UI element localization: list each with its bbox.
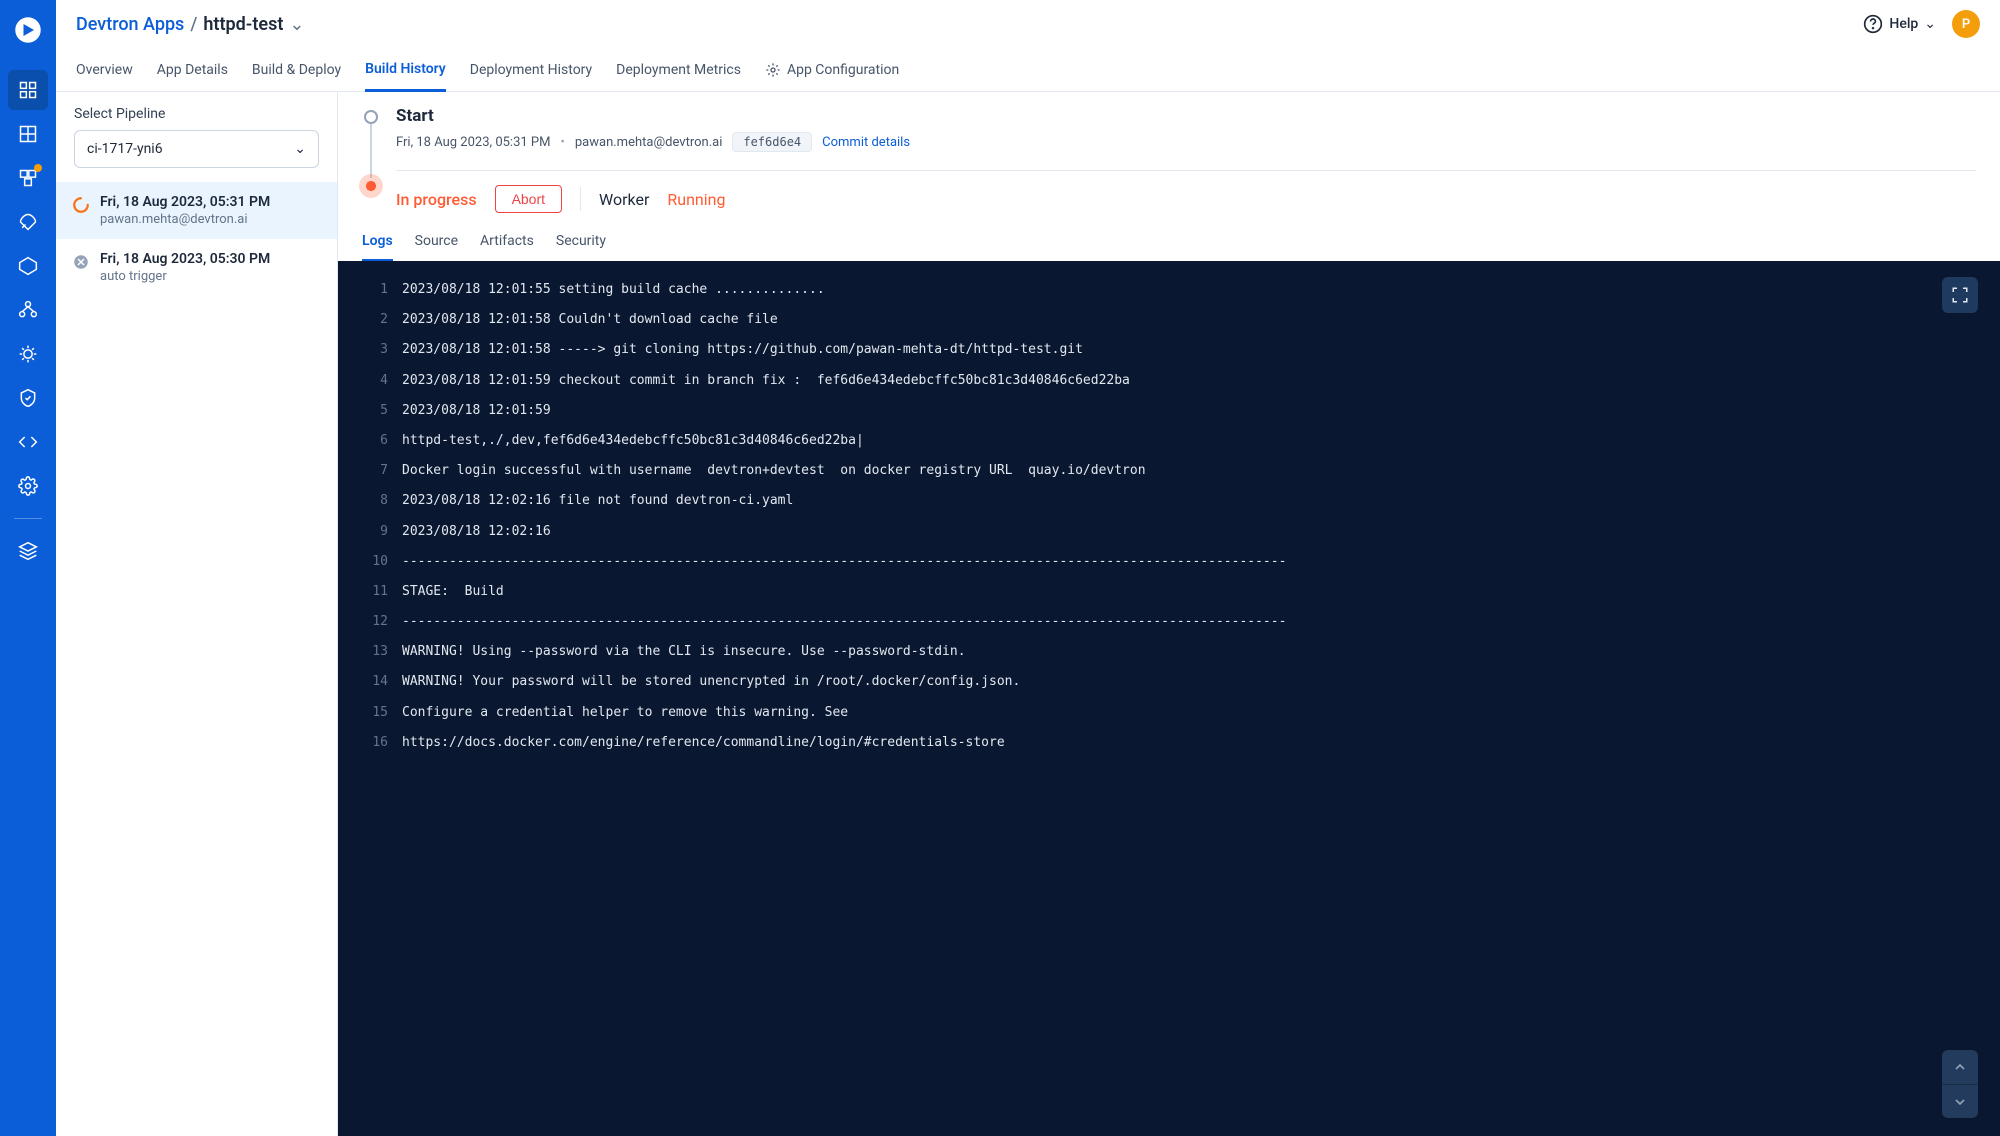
- nav-cluster-icon[interactable]: [8, 290, 48, 330]
- subtab-source[interactable]: Source: [415, 233, 458, 261]
- help-button[interactable]: Help ⌄: [1863, 14, 1936, 34]
- tab-app-details[interactable]: App Details: [157, 48, 228, 92]
- scroll-up-button[interactable]: [1942, 1050, 1978, 1084]
- stage-title: Start: [396, 106, 1976, 126]
- tab-build-deploy[interactable]: Build & Deploy: [252, 48, 341, 92]
- log-line: 42023/08/18 12:01:59 checkout commit in …: [338, 366, 2000, 396]
- nav-rocket-icon[interactable]: [8, 202, 48, 242]
- nav-security-icon[interactable]: [8, 378, 48, 418]
- log-line: 6httpd-test,./,dev,fef6d6e434edebcffc50b…: [338, 426, 2000, 456]
- build-detail-panel: Start Fri, 18 Aug 2023, 05:31 PM • pawan…: [338, 92, 2000, 1136]
- log-line: 7Docker login successful with username d…: [338, 456, 2000, 486]
- build-status: In progress: [396, 190, 477, 209]
- nav-settings-icon[interactable]: [8, 466, 48, 506]
- nav-config-icon[interactable]: [8, 334, 48, 374]
- nav-appgroups-icon[interactable]: [8, 158, 48, 198]
- abort-button[interactable]: Abort: [495, 185, 562, 213]
- pipeline-value: ci-1717-yni6: [87, 141, 163, 157]
- build-timestamp: Fri, 18 Aug 2023, 05:31 PM: [396, 135, 550, 150]
- breadcrumb-root[interactable]: Devtron Apps: [76, 14, 184, 35]
- build-item-title: Fri, 18 Aug 2023, 05:30 PM: [100, 251, 270, 267]
- chevron-down-icon: ⌄: [294, 141, 306, 157]
- build-item-sub: auto trigger: [100, 269, 270, 284]
- pipeline-select[interactable]: ci-1717-yni6 ⌄: [74, 130, 319, 168]
- pipeline-label: Select Pipeline: [56, 92, 337, 130]
- subtab-artifacts[interactable]: Artifacts: [480, 233, 534, 261]
- help-label: Help: [1889, 16, 1918, 32]
- subtab-security[interactable]: Security: [556, 233, 606, 261]
- tab-build-history[interactable]: Build History: [365, 48, 446, 92]
- breadcrumb-sep: /: [190, 14, 197, 35]
- nav-dashboard-icon[interactable]: [8, 114, 48, 154]
- tab-overview[interactable]: Overview: [76, 48, 133, 92]
- breadcrumb-current: httpd-test: [203, 14, 283, 35]
- chevron-down-icon[interactable]: ⌄: [289, 14, 304, 35]
- tab-deployment-history[interactable]: Deployment History: [470, 48, 592, 92]
- build-list-item[interactable]: Fri, 18 Aug 2023, 05:30 PM auto trigger: [56, 239, 337, 296]
- tab-deployment-metrics[interactable]: Deployment Metrics: [616, 48, 741, 92]
- logs-viewer[interactable]: 12023/08/18 12:01:55 setting build cache…: [338, 261, 2000, 1136]
- log-line: 10--------------------------------------…: [338, 547, 2000, 577]
- build-item-title: Fri, 18 Aug 2023, 05:31 PM: [100, 194, 270, 210]
- log-line: 12--------------------------------------…: [338, 607, 2000, 637]
- nav-code-icon[interactable]: [8, 422, 48, 462]
- nav-apps-icon[interactable]: [8, 70, 48, 110]
- scroll-buttons: [1942, 1050, 1978, 1118]
- topbar: Devtron Apps / httpd-test ⌄ Help ⌄ P: [56, 0, 2000, 48]
- log-line: 92023/08/18 12:02:16: [338, 517, 2000, 547]
- worker-label: Worker: [599, 190, 649, 209]
- devtron-logo-icon: [10, 12, 46, 48]
- nav-chart-icon[interactable]: [8, 246, 48, 286]
- log-line: 52023/08/18 12:01:59: [338, 396, 2000, 426]
- log-line: 13WARNING! Using --password via the CLI …: [338, 637, 2000, 667]
- commit-details-link[interactable]: Commit details: [822, 135, 910, 150]
- user-avatar[interactable]: P: [1952, 10, 1980, 38]
- tab-app-configuration[interactable]: App Configuration: [765, 48, 899, 92]
- app-tabs: Overview App Details Build & Deploy Build H…: [56, 48, 2000, 92]
- log-line: 32023/08/18 12:01:58 -----> git cloning …: [338, 335, 2000, 365]
- scroll-down-button[interactable]: [1942, 1084, 1978, 1118]
- nav-stack-icon[interactable]: [8, 531, 48, 571]
- log-line: 14WARNING! Your password will be stored …: [338, 667, 2000, 697]
- log-line: 12023/08/18 12:01:55 setting build cache…: [338, 275, 2000, 305]
- log-line: 82023/08/18 12:02:16 file not found devt…: [338, 486, 2000, 516]
- log-line: 22023/08/18 12:01:58 Couldn't download c…: [338, 305, 2000, 335]
- log-line: 11STAGE: Build: [338, 577, 2000, 607]
- commit-hash[interactable]: fef6d6e4: [732, 132, 812, 152]
- chevron-down-icon: ⌄: [1924, 16, 1936, 32]
- build-list-item[interactable]: Fri, 18 Aug 2023, 05:31 PM pawan.mehta@de…: [56, 182, 337, 239]
- fullscreen-button[interactable]: [1942, 277, 1978, 313]
- spinner-icon: [72, 196, 90, 214]
- build-item-sub: pawan.mehta@devtron.ai: [100, 212, 270, 227]
- build-author: pawan.mehta@devtron.ai: [575, 135, 723, 150]
- worker-status: Running: [667, 190, 725, 209]
- subtab-logs[interactable]: Logs: [362, 233, 393, 261]
- nav-rail: [0, 0, 56, 1136]
- stopped-icon: [72, 253, 90, 271]
- detail-subtabs: Logs Source Artifacts Security: [338, 225, 2000, 261]
- log-line: 15Configure a credential helper to remov…: [338, 698, 2000, 728]
- timeline-indicator: [362, 106, 380, 198]
- breadcrumb: Devtron Apps / httpd-test ⌄: [76, 14, 305, 35]
- log-line: 16https://docs.docker.com/engine/referen…: [338, 728, 2000, 758]
- build-list-panel: Select Pipeline ci-1717-yni6 ⌄ Fri, 18 A…: [56, 92, 338, 1136]
